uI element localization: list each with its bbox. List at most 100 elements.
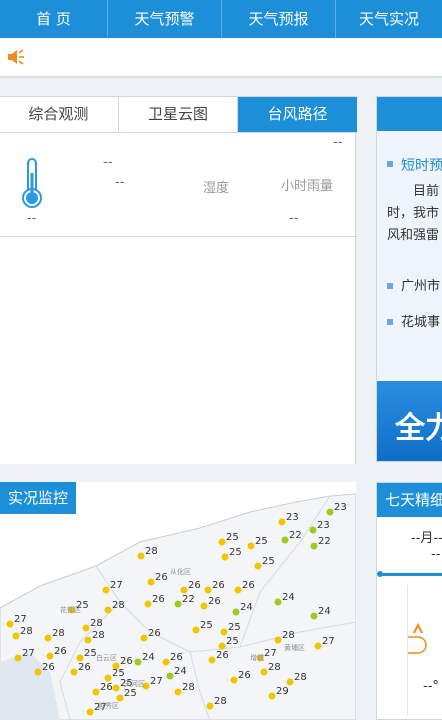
speaker-icon[interactable] bbox=[6, 47, 26, 67]
observation-tabs: 综合观测 卫星云图 台风路径 bbox=[0, 97, 358, 133]
forecast-panel-header bbox=[377, 97, 442, 131]
news-link-guangzhou[interactable]: 广州市 bbox=[401, 275, 440, 294]
observation-panel: 综合观测 卫星云图 台风路径 -- -- -- -- 湿度 小时雨量 -- bbox=[0, 96, 358, 464]
nav-weather-warning[interactable]: 天气预警 bbox=[108, 0, 222, 38]
observation-chart-area bbox=[0, 238, 355, 464]
station-dot bbox=[166, 672, 174, 680]
obs-value-mid: -- bbox=[115, 175, 125, 190]
station-value: 24 bbox=[318, 606, 331, 617]
station-value: 23 bbox=[317, 520, 330, 531]
station-dot bbox=[6, 620, 14, 628]
station-dot bbox=[140, 634, 148, 642]
station-value: 25 bbox=[226, 532, 239, 543]
station-value: 28 bbox=[282, 630, 295, 641]
station-value: 25 bbox=[262, 556, 275, 567]
station-value: 26 bbox=[78, 662, 91, 673]
promo-banner-text: 全力 bbox=[395, 411, 442, 446]
station-value: 26 bbox=[100, 682, 113, 693]
svg-text:-: - bbox=[408, 639, 409, 652]
station-value: 27 bbox=[264, 648, 277, 659]
station-dot bbox=[137, 552, 145, 560]
station-value: 29 bbox=[276, 686, 289, 697]
weather-portal: 首 页 天气预警 天气预报 天气实况 综合观测 卫星云图 台风路径 -- -- … bbox=[0, 0, 442, 720]
station-dot bbox=[12, 632, 20, 640]
live-monitor-title[interactable]: 实况监控 bbox=[0, 482, 77, 514]
station-dot bbox=[147, 578, 155, 586]
station-value: 26 bbox=[216, 650, 229, 661]
short-term-forecast-panel: 短时预 目前 时，我市 风和强雷 广州市 花城事 全力 bbox=[376, 96, 442, 462]
station-value: 26 bbox=[120, 656, 133, 667]
station-dot bbox=[14, 654, 22, 662]
district-label: 黄埔区 bbox=[284, 643, 305, 652]
forecast-title[interactable]: 短时预 bbox=[401, 155, 442, 175]
station-value: 24 bbox=[240, 602, 253, 613]
seven-day-title[interactable]: 七天精细 bbox=[377, 483, 442, 517]
station-value: 23 bbox=[286, 512, 299, 523]
station-dot bbox=[218, 642, 226, 650]
nav-weather-forecast[interactable]: 天气预报 bbox=[222, 0, 336, 38]
station-value: 26 bbox=[152, 594, 165, 605]
announcement-bar bbox=[0, 38, 442, 78]
station-value: 25 bbox=[255, 536, 268, 547]
bullet-icon bbox=[387, 319, 393, 325]
district-label: 白云区 bbox=[96, 653, 117, 662]
station-value: 28 bbox=[145, 546, 158, 557]
station-dot bbox=[221, 553, 229, 561]
station-dot bbox=[309, 526, 317, 534]
station-dot bbox=[254, 562, 262, 570]
station-value: 28 bbox=[182, 682, 195, 693]
station-value: 28 bbox=[20, 626, 33, 637]
forecast-line: 风和强雷 bbox=[387, 228, 440, 243]
station-dot bbox=[84, 636, 92, 644]
station-dot bbox=[278, 518, 286, 526]
tab-typhoon-path[interactable]: 台风路径 bbox=[238, 97, 358, 132]
station-value: 28 bbox=[52, 628, 65, 639]
district-label: 从化区 bbox=[170, 567, 191, 576]
nav-weather-live[interactable]: 天气实况 bbox=[336, 0, 442, 38]
station-dot bbox=[134, 658, 142, 666]
tab-comprehensive-obs[interactable]: 综合观测 bbox=[0, 97, 119, 132]
station-value: 26 bbox=[155, 572, 168, 583]
station-dot bbox=[44, 634, 52, 642]
forecast-line: 目前 bbox=[413, 184, 440, 199]
station-value: 24 bbox=[142, 652, 155, 663]
station-dot bbox=[326, 508, 334, 516]
station-dot bbox=[218, 538, 226, 546]
station-dot bbox=[234, 586, 242, 594]
obs-value-top: -- bbox=[103, 155, 113, 170]
station-dot bbox=[192, 626, 200, 634]
station-dot bbox=[104, 606, 112, 614]
station-dot bbox=[70, 668, 78, 676]
station-dot bbox=[220, 628, 228, 636]
temperature-low: --° bbox=[423, 679, 439, 694]
station-value: 25 bbox=[200, 620, 213, 631]
promo-banner[interactable]: 全力 bbox=[377, 381, 442, 461]
station-value: 26 bbox=[188, 580, 201, 591]
station-dot bbox=[86, 708, 94, 716]
station-map[interactable]: 23 23 25 23 28 25 25 22 22 25 27 26 26 26 26 25 28 26 22 26… bbox=[0, 482, 356, 720]
forecast-text: 目前 时，我市 风和强雷 bbox=[377, 181, 442, 247]
station-dot bbox=[102, 586, 110, 594]
top-nav: 首 页 天气预警 天气预报 天气实况 bbox=[0, 0, 442, 38]
station-value: 28 bbox=[294, 672, 307, 683]
station-dot bbox=[162, 658, 170, 666]
forecast-line: 时，我市 bbox=[387, 206, 440, 221]
day-selector-dot[interactable] bbox=[377, 571, 383, 577]
station-value: 27 bbox=[14, 614, 27, 625]
station-value: 26 bbox=[42, 662, 55, 673]
observation-readings: -- -- -- -- 湿度 小时雨量 -- bbox=[0, 133, 357, 237]
station-value: 27 bbox=[110, 580, 123, 591]
live-monitor-panel: 实况监控 23 23 25 23 28 25 25 22 22 25 27 26 26 26 26 25 28 2… bbox=[0, 482, 356, 720]
temperature-value: -- bbox=[27, 211, 37, 226]
station-value: 22 bbox=[182, 594, 195, 605]
station-value: 26 bbox=[148, 628, 161, 639]
bullet-icon bbox=[387, 283, 393, 289]
station-value: 27 bbox=[322, 636, 335, 647]
tab-satellite-cloud[interactable]: 卫星云图 bbox=[118, 97, 239, 132]
temperature-high-icon: - bbox=[399, 622, 427, 654]
news-link-huacheng[interactable]: 花城事 bbox=[401, 311, 440, 330]
district-label: 天河区 bbox=[124, 680, 145, 688]
station-dot bbox=[281, 536, 289, 544]
station-dot bbox=[200, 602, 208, 610]
nav-home[interactable]: 首 页 bbox=[0, 0, 108, 38]
